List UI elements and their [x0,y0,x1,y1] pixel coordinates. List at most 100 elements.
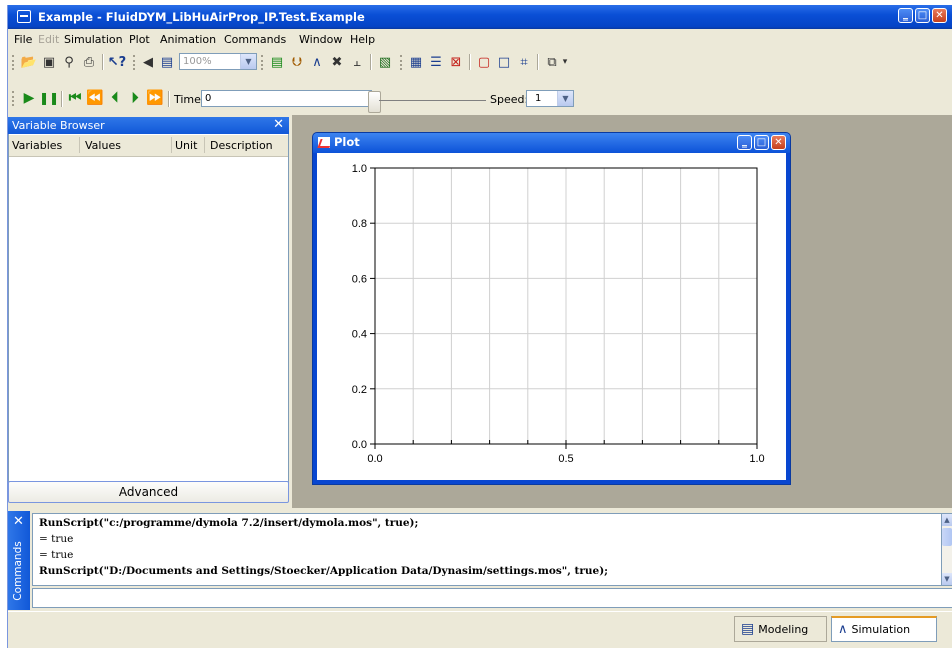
y-tick-label: 0.0 [352,439,367,451]
title-bar[interactable]: Example - FluidDYM_LibHuAirProp_IP.Test.… [8,5,952,29]
play-icon[interactable]: ▶ [20,89,38,107]
search-icon[interactable]: ⚲ [60,53,78,71]
linearize-icon[interactable]: ⫠ [348,53,366,71]
speed-select[interactable]: 1 ▼ [526,90,574,107]
zoom-value: 100% [183,56,212,67]
menu-window[interactable]: Window [299,33,342,46]
variable-browser-header: Variables Values Unit Description [9,135,288,157]
modeling-tab[interactable]: ▤ Modeling [734,616,827,642]
column-header-variables[interactable]: Variables [12,139,62,152]
menu-help[interactable]: Help [350,33,375,46]
plot-window[interactable]: Plot ‗ □ ✕ 0.0 0.2 0.4 0.6 0.8 1.0 0.0 0.5 1.0 [312,132,791,485]
chevron-down-icon[interactable]: ▼ [557,91,573,106]
step-forward-icon[interactable]: ⏵ [126,89,144,107]
save-icon[interactable]: ▣ [40,53,58,71]
toolbar-separator [102,54,104,70]
toolbar-grip[interactable] [261,55,266,70]
close-button[interactable]: ✕ [932,8,947,23]
close-button[interactable]: ✕ [771,135,786,150]
open-folder-icon[interactable]: 📂 [20,53,38,71]
minimize-button[interactable]: ‗ [898,8,913,23]
toolbar-separator [61,91,63,107]
time-slider-track[interactable] [379,100,486,101]
x-tick-label: 1.0 [749,453,764,465]
main-toolbar: 📂 ▣ ⚲ ⎙ ↖? ◀ ▤ 100% ▼ ▤ ⮋ ∧ ✖ ⫠ ▧ ▦ ☰ ⊠ … [8,50,952,75]
command-log-scrollbar[interactable]: ▲ ▼ [941,513,952,586]
variable-browser[interactable] [8,117,289,489]
plot-area[interactable]: 0.0 0.2 0.4 0.6 0.8 1.0 0.0 0.5 1.0 [317,153,786,480]
reverse-icon[interactable]: ⏪ [86,89,104,107]
app-icon [17,10,31,23]
stop-icon[interactable]: ✖ [328,53,346,71]
toolbar-separator [537,54,539,70]
rewind-icon[interactable]: ⏮ [66,89,84,107]
menu-simulation[interactable]: Simulation [64,33,123,46]
modeling-icon: ▤ [741,621,755,637]
simulation-setup-icon[interactable]: ▤ [268,53,286,71]
pause-icon[interactable]: ❚❚ [39,89,59,107]
toolbar-grip[interactable] [400,55,405,70]
simulation-tab[interactable]: ∧ Simulation [831,616,937,642]
step-back-icon[interactable]: ⏴ [106,89,124,107]
3d-view-icon[interactable]: ▧ [376,53,394,71]
commands-tab-label: Commands [12,541,24,601]
menu-file[interactable]: File [14,33,32,46]
command-log[interactable]: RunScript("c:/programme/dymola 7.2/inser… [32,513,942,586]
plot-setup-icon[interactable]: ⧉ [543,53,561,71]
toolbar-grip[interactable] [12,91,17,106]
column-header-description[interactable]: Description [210,139,273,152]
forward-icon[interactable]: ⏩ [146,89,164,107]
restore-button[interactable]: □ [754,135,769,150]
restore-button[interactable]: □ [915,8,930,23]
column-header-unit[interactable]: Unit [175,139,197,152]
new-table-icon[interactable]: ☰ [427,53,445,71]
zoom-combo[interactable]: 100% ▼ [179,53,257,70]
erase-curves-icon[interactable]: ⊠ [447,53,465,71]
translate-icon[interactable]: ⮋ [288,53,306,71]
menu-animation[interactable]: Animation [160,33,216,46]
chevron-down-icon[interactable]: ▼ [240,54,256,69]
modeling-label: Modeling [758,622,809,636]
commands-tab[interactable]: ✕ Commands [8,511,30,610]
plot-chart[interactable]: 0.0 0.2 0.4 0.6 0.8 1.0 0.0 0.5 1.0 [317,153,786,480]
animation-toolbar: ▶ ❚❚ ⏮ ⏪ ⏴ ⏵ ⏩ Time: 0 Speed: 1 ▼ [8,89,952,114]
y-tick-label: 0.2 [352,384,367,396]
window-layout-icon[interactable]: ▤ [158,53,176,71]
time-value: 0 [205,93,212,104]
help-pointer-icon[interactable]: ↖? [108,53,126,71]
advanced-button[interactable]: Advanced [8,481,289,503]
menu-commands[interactable]: Commands [224,33,286,46]
new-plot-icon[interactable]: ▦ [407,53,425,71]
log-line: = true [39,533,74,545]
toolbar-grip[interactable] [12,55,17,70]
variable-browser-title-bar[interactable]: Variable Browser ✕ [8,117,289,134]
menu-edit[interactable]: Edit [38,33,59,46]
chevron-down-icon[interactable]: ▾ [561,53,569,71]
toolbar-separator [370,54,372,70]
minimize-button[interactable]: ‗ [737,135,752,150]
print-icon[interactable]: ⎙ [80,53,98,71]
plot-window-controls: ‗ □ ✕ [737,135,786,150]
command-input[interactable] [32,588,952,608]
close-icon[interactable]: ✕ [13,514,24,529]
column-header-values[interactable]: Values [85,139,121,152]
time-slider-handle[interactable] [368,91,381,113]
scroll-up-icon[interactable]: ▲ [942,514,952,526]
plot-title-bar[interactable]: Plot ‗ □ ✕ [313,133,790,153]
y-tick-label: 0.4 [352,329,367,341]
grid-icon[interactable]: ⌗ [515,53,533,71]
simulate-icon[interactable]: ∧ [308,53,326,71]
plot-window-title: Plot [334,135,360,149]
close-icon[interactable]: ✕ [273,117,284,132]
scroll-thumb[interactable] [942,528,952,546]
menu-plot[interactable]: Plot [129,33,150,46]
plot-icon [318,137,330,148]
back-arrow-icon[interactable]: ◀ [139,53,157,71]
scroll-down-icon[interactable]: ▼ [942,573,952,585]
window-controls: ‗ □ ✕ [898,8,947,23]
time-field[interactable]: 0 [201,90,372,107]
rescale-icon[interactable]: ▢ [475,53,493,71]
toggle-grid-icon[interactable]: □ [495,53,513,71]
toolbar-grip[interactable] [133,55,138,70]
simulation-label: Simulation [851,623,911,636]
